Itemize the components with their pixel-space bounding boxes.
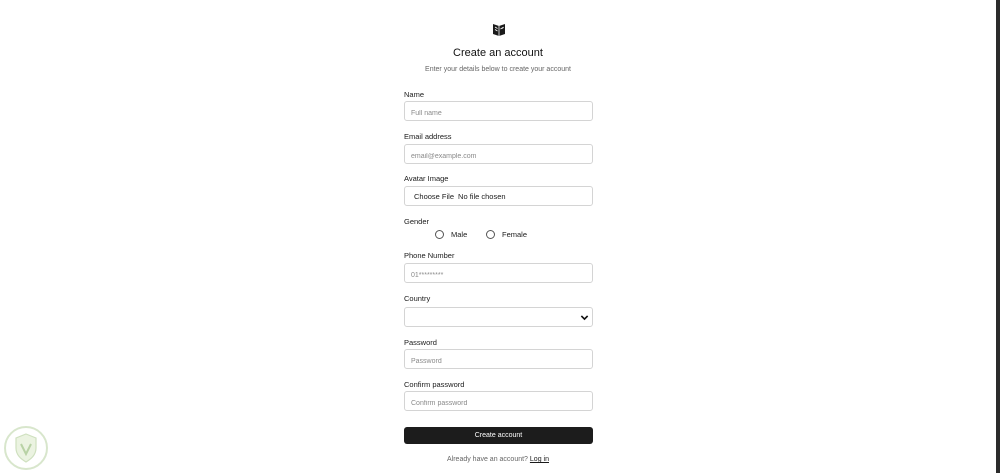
phone-label: Phone Number: [404, 251, 455, 260]
gender-label: Gender: [404, 217, 430, 226]
phone-field-wrapper: [404, 263, 593, 285]
confirm-password-input[interactable]: [405, 394, 587, 413]
name-input[interactable]: [405, 104, 587, 123]
signup-page: Create an account Enter your details bel…: [0, 0, 1000, 473]
chevron-down-icon: [580, 315, 589, 321]
page-title: Create an account: [453, 47, 543, 59]
male-radio-label: Male: [451, 229, 468, 239]
watermark-shield-icon: [4, 426, 48, 470]
female-radio-label: Female: [502, 229, 528, 239]
page-subtitle: Enter your details below to create your …: [425, 66, 571, 73]
country-label: Country: [404, 294, 431, 303]
choose-file-button[interactable]: Choose File: [414, 192, 454, 201]
male-radio[interactable]: [435, 229, 444, 239]
confirm-password-field-wrapper: [404, 391, 593, 413]
book-logo-icon: [493, 24, 505, 36]
country-select[interactable]: [404, 307, 593, 327]
password-input[interactable]: [405, 352, 587, 371]
avatar-file-field: Choose File No file chosen: [404, 186, 593, 206]
email-label: Email address: [404, 132, 452, 141]
avatar-label: Avatar Image: [404, 174, 449, 183]
file-status-text: No file chosen: [458, 191, 506, 201]
password-label: Password: [404, 338, 437, 347]
login-prompt-text: Already have an account?: [447, 456, 528, 463]
email-field-wrapper: [404, 144, 593, 166]
name-field-wrapper: [404, 101, 593, 123]
window-edge: [996, 0, 1000, 473]
login-link[interactable]: Log in: [530, 456, 549, 463]
confirm-password-label: Confirm password: [404, 380, 465, 389]
email-input[interactable]: [405, 147, 587, 166]
create-account-button[interactable]: Create account: [404, 427, 593, 444]
gender-option-female[interactable]: Female: [486, 228, 527, 240]
gender-option-male[interactable]: Male: [435, 228, 467, 240]
phone-input[interactable]: [405, 266, 587, 285]
name-label: Name: [404, 90, 425, 99]
password-field-wrapper: [404, 349, 593, 371]
female-radio[interactable]: [486, 229, 495, 239]
login-prompt: Already have an account? Log in: [0, 456, 996, 463]
